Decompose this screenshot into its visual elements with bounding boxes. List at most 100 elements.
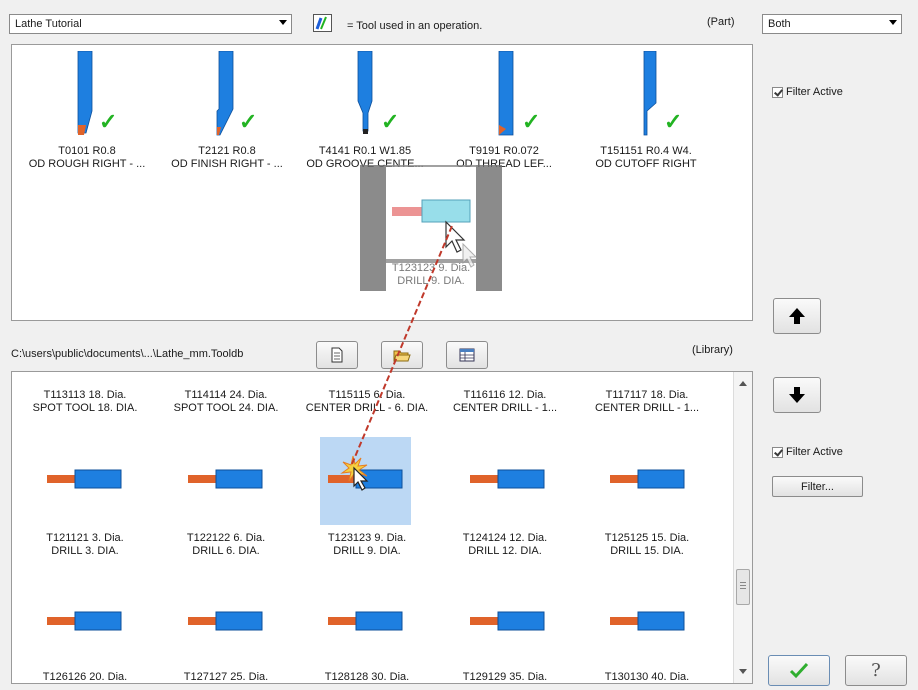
- library-filter-active-checkbox[interactable]: Filter Active: [772, 446, 843, 458]
- tool-id: T129129 35. Dia.: [462, 671, 548, 683]
- new-library-button[interactable]: [316, 341, 358, 369]
- tool-description: SPOT TOOL 18. DIA.: [32, 402, 138, 414]
- drill-image: [47, 468, 123, 493]
- used-check-icon: ✓: [664, 109, 683, 134]
- library-filter-active-label: Filter Active: [786, 446, 843, 458]
- tool-used-legend-icon: [313, 14, 332, 32]
- chevron-down-icon: [279, 20, 287, 25]
- library-tools-panel[interactable]: T113113 18. Dia. SPOT TOOL 18. DIA. T114…: [11, 371, 753, 684]
- tool-id: T0101 R0.8: [58, 145, 116, 157]
- tool-description: DRILL 3. DIA.: [51, 545, 119, 557]
- library-path: C:\users\public\documents\...\Lathe_mm.T…: [11, 348, 244, 360]
- tool-id: T124124 12. Dia.: [462, 532, 548, 544]
- table-view-icon: [459, 348, 475, 362]
- library-tool[interactable]: T117117 18. Dia. CENTER DRILL - 1...: [582, 389, 712, 415]
- list-view-button[interactable]: [446, 341, 488, 369]
- library-tool[interactable]: T128128 30. Dia.: [302, 671, 432, 683]
- tool-id: T125125 15. Dia.: [604, 532, 690, 544]
- help-button[interactable]: ?: [845, 655, 907, 686]
- tool-description: SPOT TOOL 24. DIA.: [173, 402, 279, 414]
- tool-description: CENTER DRILL - 1...: [452, 402, 558, 414]
- library-tool[interactable]: T121121 3. Dia. DRILL 3. DIA.: [20, 532, 150, 558]
- drill-image: [610, 468, 686, 493]
- library-tool[interactable]: T113113 18. Dia. SPOT TOOL 18. DIA.: [20, 389, 150, 415]
- drill-image: [470, 610, 546, 635]
- drag-cursor-icon: [443, 219, 483, 272]
- tool-image: [634, 50, 664, 139]
- filter-mode-dropdown[interactable]: Both: [762, 14, 902, 34]
- checkbox-checked-icon: [772, 446, 783, 458]
- move-down-button[interactable]: [773, 377, 821, 413]
- tool-id: T151151 R0.4 W4.: [600, 145, 692, 157]
- tool-description: OD CUTOFF RIGHT: [595, 158, 697, 170]
- scroll-down-icon[interactable]: [739, 669, 747, 674]
- library-tool[interactable]: T130130 40. Dia.: [582, 671, 712, 683]
- library-tool[interactable]: T126126 20. Dia.: [20, 671, 150, 683]
- machine-group-dropdown[interactable]: Lathe Tutorial: [9, 14, 292, 34]
- library-tool[interactable]: T122122 6. Dia. DRILL 6. DIA.: [161, 532, 291, 558]
- tool-id: T117117 18. Dia.: [605, 389, 689, 401]
- tool-id: T9191 R0.072: [469, 145, 539, 157]
- drill-image: [47, 610, 123, 635]
- tool-id: T128128 30. Dia.: [324, 671, 410, 683]
- part-tool-2[interactable]: T2121 R0.8 OD FINISH RIGHT - ...: [162, 145, 292, 171]
- scroll-up-icon[interactable]: [739, 381, 747, 386]
- machine-group-value: Lathe Tutorial: [15, 18, 82, 30]
- tool-description: DRILL 12. DIA.: [468, 545, 542, 557]
- library-tool[interactable]: T114114 24. Dia. SPOT TOOL 24. DIA.: [161, 389, 291, 415]
- checkbox-checked-icon: [772, 86, 783, 98]
- drill-image: [328, 610, 404, 635]
- tool-id: T114114 24. Dia.: [184, 389, 268, 401]
- filter-button[interactable]: Filter...: [772, 476, 863, 497]
- tool-description: OD ROUGH RIGHT - ...: [28, 158, 146, 170]
- tool-description: DRILL 9. DIA.: [333, 545, 401, 557]
- tool-image: [494, 50, 524, 139]
- library-tool-selected[interactable]: T123123 9. Dia. DRILL 9. DIA.: [302, 532, 432, 558]
- arrow-up-icon: [789, 308, 805, 324]
- library-tool[interactable]: T129129 35. Dia.: [440, 671, 570, 683]
- tool-id: T113113 18. Dia.: [43, 389, 127, 401]
- part-filter-active-checkbox[interactable]: Filter Active: [772, 86, 843, 98]
- library-tool[interactable]: T127127 25. Dia.: [161, 671, 291, 683]
- drill-image: [610, 610, 686, 635]
- tool-id: T130130 40. Dia.: [604, 671, 690, 683]
- tool-id: T126126 20. Dia.: [42, 671, 128, 683]
- used-check-icon: ✓: [381, 109, 400, 134]
- part-tool-1[interactable]: T0101 R0.8 OD ROUGH RIGHT - ...: [22, 145, 152, 171]
- tool-id: T115115 6. Dia.: [328, 389, 406, 401]
- arrow-down-icon: [789, 387, 805, 403]
- ok-button[interactable]: [768, 655, 830, 686]
- drill-image: [470, 468, 546, 493]
- library-tool[interactable]: T125125 15. Dia. DRILL 15. DIA.: [582, 532, 712, 558]
- help-icon: ?: [871, 660, 881, 681]
- part-tool-5[interactable]: T151151 R0.4 W4. OD CUTOFF RIGHT: [581, 145, 711, 171]
- library-tool[interactable]: T124124 12. Dia. DRILL 12. DIA.: [440, 532, 570, 558]
- used-check-icon: ✓: [522, 109, 541, 134]
- tool-description: CENTER DRILL - 1...: [594, 402, 700, 414]
- mouse-cursor-icon: [352, 466, 370, 495]
- tool-id: T122122 6. Dia.: [186, 532, 266, 544]
- used-check-icon: ✓: [239, 109, 258, 134]
- move-up-button[interactable]: [773, 298, 821, 334]
- used-check-icon: ✓: [99, 109, 118, 134]
- open-library-button[interactable]: [381, 341, 423, 369]
- part-tools-panel[interactable]: ✓ T0101 R0.8 OD ROUGH RIGHT - ... ✓ T212…: [11, 44, 753, 321]
- drill-image: [188, 610, 264, 635]
- tool-id: T2121 R0.8: [198, 145, 256, 157]
- tool-description: DRILL 6. DIA.: [192, 545, 260, 557]
- drill-image: [188, 468, 264, 493]
- library-scrollbar[interactable]: [733, 372, 752, 683]
- new-file-icon: [331, 347, 343, 363]
- filter-button-label: Filter...: [800, 480, 834, 493]
- tool-image: [69, 50, 99, 139]
- library-section-label: (Library): [692, 344, 733, 356]
- tool-id: T116116 12. Dia.: [463, 389, 547, 401]
- library-tool[interactable]: T116116 12. Dia. CENTER DRILL - 1...: [440, 389, 570, 415]
- scrollbar-thumb[interactable]: [736, 569, 750, 605]
- tool-description: OD FINISH RIGHT - ...: [171, 158, 283, 170]
- tool-id: T123123 9. Dia.: [327, 532, 407, 544]
- legend-text: = Tool used in an operation.: [347, 20, 483, 32]
- tool-id: T127127 25. Dia.: [183, 671, 269, 683]
- tool-id: T4141 R0.1 W1.85: [318, 145, 412, 157]
- library-tool[interactable]: T115115 6. Dia. CENTER DRILL - 6. DIA.: [302, 389, 432, 415]
